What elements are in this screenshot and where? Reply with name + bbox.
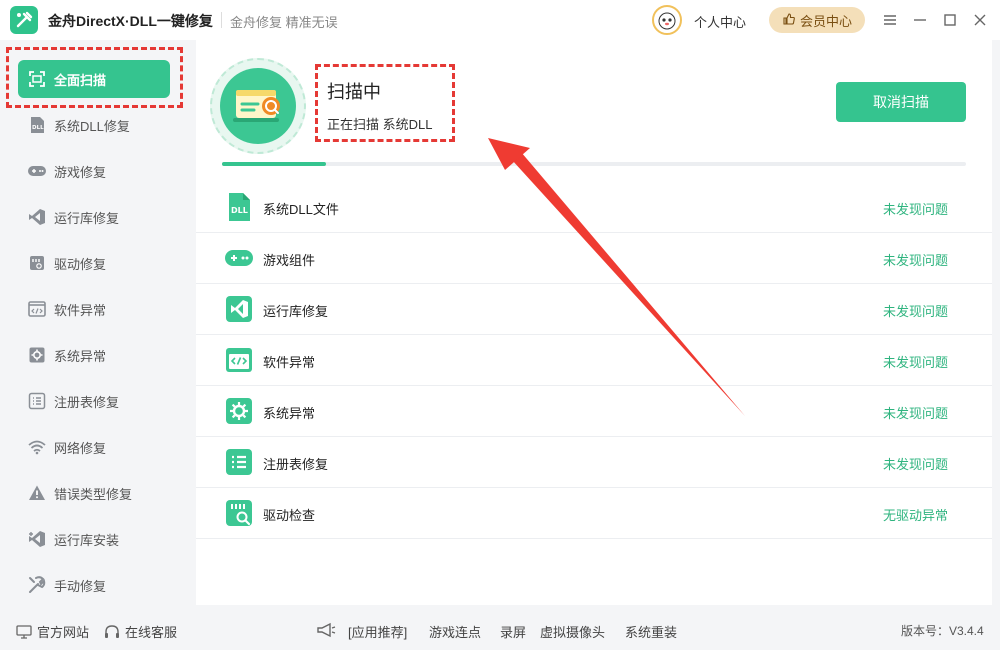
sidebar-item-registry[interactable]: 注册表修复 <box>18 382 170 420</box>
user-center-link[interactable]: 个人中心 <box>694 12 746 31</box>
gear-icon <box>27 345 47 365</box>
result-status: 未发现问题 <box>882 253 948 268</box>
sidebar-item-label: 运行库安装 <box>54 532 120 548</box>
sidebar-item-game[interactable]: 游戏修复 <box>18 152 170 190</box>
footer-link-virtual-camera[interactable]: 虚拟摄像头 <box>540 622 605 641</box>
svg-text:DLL: DLL <box>32 125 44 131</box>
scan-illustration-icon <box>210 58 306 154</box>
result-row: 软件异常 未发现问题 <box>196 335 992 386</box>
dll-file-icon: DLL <box>224 192 254 222</box>
sidebar-item-label: 运行库修复 <box>54 210 120 226</box>
sidebar-item-runtime-repair[interactable]: 运行库修复 <box>18 198 170 236</box>
sidebar-item-system-error[interactable]: 系统异常 <box>18 336 170 374</box>
app-recommend-label: [应用推荐] <box>348 625 408 640</box>
maximize-icon[interactable] <box>940 10 960 30</box>
footer-link-screen-record[interactable]: 录屏 <box>500 622 526 641</box>
menu-icon[interactable] <box>880 10 900 30</box>
result-row: 运行库修复 未发现问题 <box>196 284 992 335</box>
footer-link-auto-clicker[interactable]: 游戏连点 <box>429 622 481 641</box>
sidebar-item-system-dll[interactable]: DLL 系统DLL修复 <box>18 106 170 144</box>
result-status: 未发现问题 <box>882 355 948 370</box>
result-status: 未发现问题 <box>882 202 948 217</box>
sidebar-item-software-error[interactable]: 软件异常 <box>18 290 170 328</box>
result-row: 游戏组件 未发现问题 <box>196 233 992 284</box>
scan-progress-bar <box>222 162 966 166</box>
code-window-icon <box>27 299 47 319</box>
highlight-box-sidebar <box>6 47 183 108</box>
sidebar-item-runtime-install[interactable]: 运行库安装 <box>18 520 170 558</box>
thumbs-up-icon <box>782 12 796 29</box>
close-icon[interactable] <box>970 10 990 30</box>
footer-link-system-reinstall[interactable]: 系统重装 <box>625 622 677 641</box>
title-divider <box>221 12 222 28</box>
result-name: 运行库修复 <box>263 304 329 319</box>
result-status: 未发现问题 <box>882 304 948 319</box>
code-window-icon <box>224 345 254 375</box>
result-status: 无驱动异常 <box>882 508 948 523</box>
sidebar-item-label: 注册表修复 <box>54 394 120 410</box>
app-logo-icon <box>10 6 38 34</box>
highlight-box-scan-status <box>315 64 455 142</box>
warning-icon <box>27 483 47 503</box>
result-name: 注册表修复 <box>263 457 329 472</box>
sidebar-item-error-type[interactable]: 错误类型修复 <box>18 474 170 512</box>
result-row: 驱动检查 无驱动异常 <box>196 488 992 539</box>
list-icon <box>27 391 47 411</box>
install-icon <box>27 529 47 549</box>
vip-center-button[interactable]: 会员中心 <box>769 7 865 33</box>
gamepad-icon <box>27 161 47 181</box>
title-bar: 金舟DirectX·DLL一键修复 金舟修复 精准无误 个人中心 会员中心 <box>0 0 1000 40</box>
result-name: 驱动检查 <box>263 508 316 523</box>
minimize-icon[interactable] <box>910 10 930 30</box>
result-name: 游戏组件 <box>263 253 316 268</box>
online-service-link[interactable]: 在线客服 <box>104 622 177 641</box>
sidebar-item-driver[interactable]: 驱动修复 <box>18 244 170 282</box>
visual-studio-icon <box>224 294 254 324</box>
user-avatar-icon[interactable] <box>652 5 682 35</box>
vip-center-label: 会员中心 <box>799 13 852 29</box>
result-row: 系统异常 未发现问题 <box>196 386 992 437</box>
version-label: 版本号：V3.4.4 <box>901 624 984 638</box>
result-row: 注册表修复 未发现问题 <box>196 437 992 488</box>
result-name: 系统DLL文件 <box>263 202 339 217</box>
sidebar-item-network[interactable]: 网络修复 <box>18 428 170 466</box>
scan-progress-fill <box>222 162 327 166</box>
wifi-icon <box>27 437 47 457</box>
sidebar-item-label: 系统DLL修复 <box>54 118 130 134</box>
sidebar-item-manual-repair[interactable]: 手动修复 <box>18 566 170 604</box>
svg-text:DLL: DLL <box>231 206 248 215</box>
official-site-label: 官方网站 <box>37 625 90 640</box>
dll-icon: DLL <box>27 115 47 135</box>
footer: 官方网站 在线客服 [应用推荐] 游戏连点 录屏 虚拟摄像头 系统重装 版本号：… <box>0 610 1000 650</box>
sidebar-item-label: 错误类型修复 <box>54 486 133 502</box>
app-slogan: 金舟修复 精准无误 <box>230 15 338 30</box>
result-name: 系统异常 <box>263 406 316 421</box>
gamepad-icon <box>224 243 254 273</box>
result-row: DLL 系统DLL文件 未发现问题 <box>196 182 992 233</box>
sidebar-item-label: 系统异常 <box>54 348 107 364</box>
app-title: 金舟DirectX·DLL一键修复 <box>48 13 213 29</box>
list-icon <box>224 447 254 477</box>
sidebar-item-label: 手动修复 <box>54 578 107 594</box>
sidebar-item-label: 软件异常 <box>54 302 107 318</box>
driver-icon <box>224 498 254 528</box>
cancel-scan-button[interactable]: 取消扫描 <box>836 82 966 122</box>
sidebar-item-label: 网络修复 <box>54 440 107 456</box>
wrench-icon <box>27 575 47 595</box>
sidebar-item-label: 驱动修复 <box>54 256 107 272</box>
official-site-link[interactable]: 官方网站 <box>16 622 89 641</box>
result-name: 软件异常 <box>263 355 316 370</box>
gear-icon <box>224 396 254 426</box>
online-service-label: 在线客服 <box>125 625 178 640</box>
driver-icon <box>27 253 47 273</box>
result-status: 未发现问题 <box>882 457 948 472</box>
headset-icon <box>104 624 120 640</box>
visual-studio-icon <box>27 207 47 227</box>
monitor-icon <box>16 624 32 640</box>
megaphone-icon <box>316 622 336 638</box>
sidebar: 全面扫描 DLL 系统DLL修复 游戏修复 运行库修复 驱动修复 软件异常 系统… <box>0 40 188 610</box>
result-status: 未发现问题 <box>882 406 948 421</box>
sidebar-item-label: 游戏修复 <box>54 164 107 180</box>
